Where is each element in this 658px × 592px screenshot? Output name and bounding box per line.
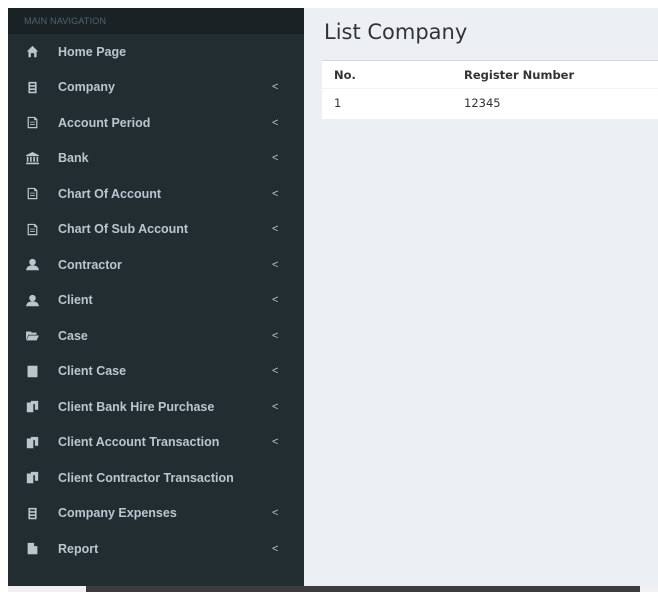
file-icon bbox=[25, 542, 39, 555]
sidebar-item-label: Client Account Transaction bbox=[58, 435, 220, 450]
sidebar-item-label: Client bbox=[58, 293, 93, 308]
building-icon bbox=[25, 81, 39, 94]
sidebar-item-bank[interactable]: Bank < bbox=[8, 141, 304, 177]
sidebar-item-home-page[interactable]: Home Page bbox=[8, 34, 304, 70]
folder-open-icon bbox=[25, 329, 39, 342]
user-icon bbox=[25, 294, 39, 307]
file-text-icon bbox=[25, 116, 39, 129]
sidebar-item-chart-of-account[interactable]: Chart Of Account < bbox=[8, 176, 304, 212]
sidebar-item-case[interactable]: Case < bbox=[8, 318, 304, 354]
nav-list: Home Page Company < Account Period < Bank < Cha… bbox=[8, 34, 304, 567]
page-title: List Company bbox=[324, 20, 468, 44]
bank-icon bbox=[25, 151, 39, 165]
file-text-icon bbox=[25, 187, 39, 200]
chevron-left-icon: < bbox=[272, 116, 279, 129]
sidebar-item-client-account-transaction[interactable]: Client Account Transaction < bbox=[8, 425, 304, 461]
sidebar: MAIN NAVIGATION Home Page Company < Account… bbox=[8, 8, 304, 592]
sidebar-item-label: Client Contractor Transaction bbox=[58, 470, 234, 485]
chevron-left-icon: < bbox=[272, 152, 279, 165]
chevron-left-icon: < bbox=[272, 329, 279, 342]
sidebar-item-label: Client Case bbox=[58, 364, 127, 379]
sidebar-item-label: Contractor bbox=[58, 257, 122, 272]
sidebar-item-client-case[interactable]: Client Case < bbox=[8, 354, 304, 390]
user-icon bbox=[25, 258, 39, 271]
sidebar-item-client-contractor-transaction[interactable]: Client Contractor Transaction bbox=[8, 460, 304, 496]
chevron-left-icon: < bbox=[272, 542, 279, 555]
chevron-left-icon: < bbox=[272, 400, 279, 413]
sidebar-item-chart-of-sub-account[interactable]: Chart Of Sub Account < bbox=[8, 212, 304, 248]
building-icon bbox=[25, 507, 39, 520]
sidebar-item-client-bank-hire-purchase[interactable]: Client Bank Hire Purchase < bbox=[8, 389, 304, 425]
chevron-left-icon: < bbox=[272, 258, 279, 271]
sidebar-item-label: Report bbox=[58, 541, 99, 556]
scrollbar-thumb[interactable] bbox=[86, 586, 640, 592]
book-icon bbox=[25, 365, 39, 378]
sidebar-item-report[interactable]: Report < bbox=[8, 531, 304, 567]
chevron-left-icon: < bbox=[272, 187, 279, 200]
chevron-left-icon: < bbox=[272, 365, 279, 378]
chevron-left-icon: < bbox=[272, 294, 279, 307]
sidebar-item-label: Chart Of Sub Account bbox=[58, 222, 189, 237]
cell-register-number: 12345 bbox=[464, 95, 501, 110]
copy-icon bbox=[25, 436, 39, 449]
chevron-left-icon: < bbox=[272, 223, 279, 236]
sidebar-item-label: Account Period bbox=[58, 115, 151, 130]
chevron-left-icon: < bbox=[272, 436, 279, 449]
horizontal-scrollbar[interactable] bbox=[8, 586, 658, 592]
column-header-no: No. bbox=[322, 61, 464, 89]
sidebar-item-label: Case bbox=[58, 328, 88, 343]
copy-icon bbox=[25, 400, 39, 413]
sidebar-item-label: Company Expenses bbox=[58, 506, 177, 521]
sidebar-item-account-period[interactable]: Account Period < bbox=[8, 105, 304, 141]
chevron-left-icon: < bbox=[272, 81, 279, 94]
cell-no: 1 bbox=[334, 95, 342, 110]
sidebar-item-contractor[interactable]: Contractor < bbox=[8, 247, 304, 283]
nav-header: MAIN NAVIGATION bbox=[8, 8, 304, 34]
company-table-box: No. Register Number 1 12345 bbox=[322, 60, 658, 119]
table-header-row: No. Register Number bbox=[322, 61, 658, 89]
file-text-icon bbox=[25, 223, 39, 236]
sidebar-item-label: Bank bbox=[58, 151, 89, 166]
sidebar-item-label: Company bbox=[58, 80, 115, 95]
sidebar-item-company[interactable]: Company < bbox=[8, 70, 304, 106]
sidebar-item-label: Chart Of Account bbox=[58, 186, 162, 201]
copy-icon bbox=[25, 471, 39, 484]
sidebar-item-label: Client Bank Hire Purchase bbox=[58, 399, 215, 414]
column-header-register-number: Register Number bbox=[464, 61, 658, 89]
sidebar-item-company-expenses[interactable]: Company Expenses < bbox=[8, 496, 304, 532]
company-table: No. Register Number 1 12345 bbox=[322, 61, 658, 116]
home-icon bbox=[25, 45, 39, 58]
main-content: List Company No. Register Number 1 12345 bbox=[304, 8, 658, 592]
chevron-left-icon: < bbox=[272, 507, 279, 520]
sidebar-item-label: Home Page bbox=[58, 44, 127, 59]
table-row[interactable]: 1 12345 bbox=[322, 89, 658, 117]
sidebar-item-client[interactable]: Client < bbox=[8, 283, 304, 319]
